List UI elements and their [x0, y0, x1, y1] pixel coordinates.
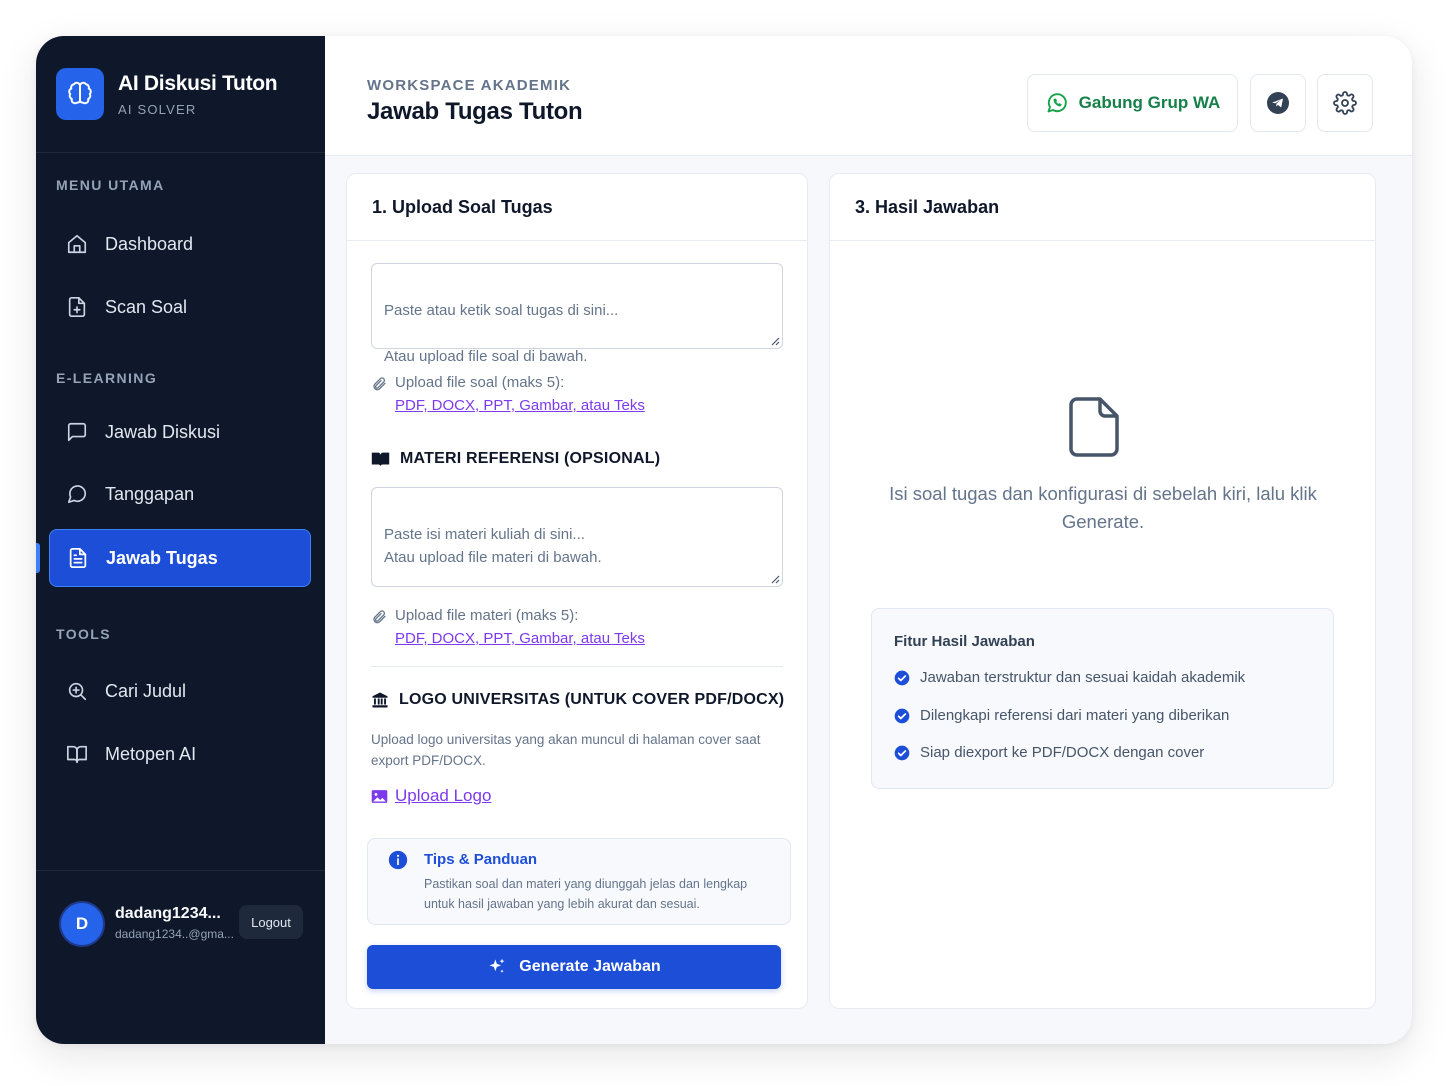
features-title: Fitur Hasil Jawaban: [894, 633, 1035, 650]
feature-item: Siap diexport ke PDF/DOCX dengan cover: [894, 744, 1204, 761]
divider: [371, 666, 783, 667]
sidebar-item-tanggapan[interactable]: Tanggapan: [49, 466, 311, 522]
brand-subtitle: AI SOLVER: [118, 101, 197, 117]
reference-heading-text: MATERI REFERENSI (OPSIONAL): [400, 450, 661, 467]
file-text-icon: [66, 546, 90, 570]
university-icon: [371, 691, 389, 709]
brand-title: AI Diskusi Tuton: [118, 71, 278, 95]
topbar: WORKSPACE AKADEMIK Jawab Tugas Tuton Gab…: [325, 36, 1412, 156]
empty-state-text: Isi soal tugas dan konfigurasi di sebela…: [889, 483, 1317, 532]
sidebar-item-jawab-tugas[interactable]: Jawab Tugas: [49, 529, 311, 587]
reference-heading: MATERI REFERENSI (OPSIONAL): [371, 450, 660, 468]
feature-item: Jawaban terstruktur dan sesuai kaidah ak…: [894, 669, 1245, 686]
feature-text: Jawaban terstruktur dan sesuai kaidah ak…: [920, 669, 1246, 686]
user-name: dadang1234...: [115, 905, 221, 922]
sidebar-item-cari-judul[interactable]: Cari Judul: [49, 663, 311, 719]
question-textarea[interactable]: Paste atau ketik soal tugas di sini... A…: [371, 263, 783, 365]
feature-text: Siap diexport ke PDF/DOCX dengan cover: [920, 744, 1205, 761]
sidebar-item-label: Jawab Diskusi: [105, 421, 221, 442]
logout-button[interactable]: Logout: [239, 905, 303, 939]
result-card-title: 3. Hasil Jawaban: [830, 174, 1375, 241]
upload-card-title: 1. Upload Soal Tugas: [347, 174, 807, 241]
reference-upload-label: Upload file materi (maks 5):: [395, 607, 579, 624]
join-whatsapp-button[interactable]: Gabung Grup WA: [1027, 74, 1238, 132]
section-label-menu-utama: MENU UTAMA: [56, 177, 165, 193]
reference-upload: Upload file materi (maks 5): PDF, DOCX, …: [371, 607, 783, 653]
sidebar-item-metopen-ai[interactable]: Metopen AI: [49, 726, 311, 782]
search-plus-icon: [65, 679, 89, 703]
feature-item: Dilengkapi referensi dari materi yang di…: [894, 707, 1229, 724]
page-eyebrow: WORKSPACE AKADEMIK: [367, 77, 572, 94]
sidebar-item-label: Scan Soal: [105, 296, 188, 317]
resize-handle-icon[interactable]: [770, 336, 780, 346]
page-title: Jawab Tugas Tuton: [367, 98, 583, 125]
question-upload-link[interactable]: PDF, DOCX, PPT, Gambar, atau Teks: [395, 397, 645, 414]
active-indicator: [36, 543, 40, 573]
sidebar-item-label: Dashboard: [105, 233, 194, 254]
features-box: Fitur Hasil Jawaban Jawaban terstruktur …: [871, 608, 1334, 789]
tips-text: Pastikan soal dan materi yang diunggah j…: [424, 877, 748, 911]
question-upload: Upload file soal (maks 5): PDF, DOCX, PP…: [371, 374, 783, 420]
image-icon: [371, 789, 388, 804]
generate-button-label: Generate Jawaban: [519, 958, 661, 975]
resize-handle-icon[interactable]: [770, 574, 780, 584]
reference-upload-link[interactable]: PDF, DOCX, PPT, Gambar, atau Teks: [395, 630, 645, 647]
gear-icon: [1333, 91, 1357, 115]
upload-logo-link[interactable]: Upload Logo: [371, 786, 491, 806]
home-icon: [65, 232, 89, 256]
sidebar-item-scan-soal[interactable]: Scan Soal: [49, 279, 311, 335]
section-label-tools: TOOLS: [56, 626, 111, 642]
check-circle-icon: [894, 670, 910, 686]
upload-logo-label: Upload Logo: [395, 786, 492, 805]
file-icon: [1068, 396, 1120, 463]
generate-button[interactable]: Generate Jawaban: [367, 945, 781, 989]
paperclip-icon: [371, 609, 387, 629]
whatsapp-icon: [1045, 91, 1069, 115]
settings-button[interactable]: [1317, 74, 1373, 132]
avatar[interactable]: D: [59, 901, 105, 947]
main-content: WORKSPACE AKADEMIK Jawab Tugas Tuton Gab…: [325, 36, 1412, 1044]
logo-description: Upload logo universitas yang akan muncul…: [371, 732, 761, 768]
sidebar-item-label: Tanggapan: [105, 483, 195, 504]
tips-box: Tips & Panduan Pastikan soal dan materi …: [367, 838, 791, 925]
logo-heading-text: LOGO UNIVERSITAS (UNTUK COVER PDF/DOCX): [399, 691, 785, 708]
brain-icon: [56, 68, 104, 120]
reference-textarea[interactable]: Paste isi materi kuliah di sini... Atau …: [371, 487, 783, 587]
sidebar-item-label: Cari Judul: [105, 680, 187, 701]
sidebar-item-dashboard[interactable]: Dashboard: [49, 216, 311, 272]
telegram-icon: [1266, 91, 1290, 115]
app-window: AI Diskusi Tuton AI SOLVER MENU UTAMA Da…: [36, 36, 1412, 1044]
section-label-e-learning: E-LEARNING: [56, 370, 158, 386]
sparkles-icon: [487, 957, 507, 977]
check-circle-icon: [894, 745, 910, 761]
question-upload-label: Upload file soal (maks 5):: [395, 374, 565, 391]
user-email: dadang1234..@gma...: [115, 927, 234, 941]
user-profile: D dadang1234... dadang1234..@gma... Logo…: [36, 870, 325, 1044]
book-icon: [371, 451, 390, 467]
tips-title: Tips & Panduan: [424, 851, 538, 868]
message-circle-icon: [65, 482, 89, 506]
brand: AI Diskusi Tuton AI SOLVER: [36, 36, 325, 153]
whatsapp-button-label: Gabung Grup WA: [1078, 93, 1221, 112]
book-open-icon: [65, 742, 89, 766]
sidebar-item-label: Metopen AI: [105, 743, 197, 764]
question-placeholder: Paste atau ketik soal tugas di sini... A…: [384, 302, 619, 365]
sidebar-item-label: Jawab Tugas: [106, 547, 218, 568]
check-circle-icon: [894, 708, 910, 724]
reference-placeholder: Paste isi materi kuliah di sini... Atau …: [384, 526, 602, 566]
upload-card: 1. Upload Soal Tugas Paste atau ketik so…: [346, 173, 808, 1009]
result-card: 3. Hasil Jawaban Isi soal tugas dan konf…: [829, 173, 1376, 1009]
sidebar: AI Diskusi Tuton AI SOLVER MENU UTAMA Da…: [36, 36, 325, 1044]
feature-text: Dilengkapi referensi dari materi yang di…: [920, 707, 1230, 724]
info-icon: [388, 850, 408, 875]
telegram-button[interactable]: [1250, 74, 1306, 132]
message-square-icon: [65, 420, 89, 444]
sidebar-item-jawab-diskusi[interactable]: Jawab Diskusi: [49, 404, 311, 460]
logo-heading: LOGO UNIVERSITAS (UNTUK COVER PDF/DOCX): [371, 691, 784, 709]
file-plus-icon: [65, 295, 89, 319]
paperclip-icon: [371, 376, 387, 396]
